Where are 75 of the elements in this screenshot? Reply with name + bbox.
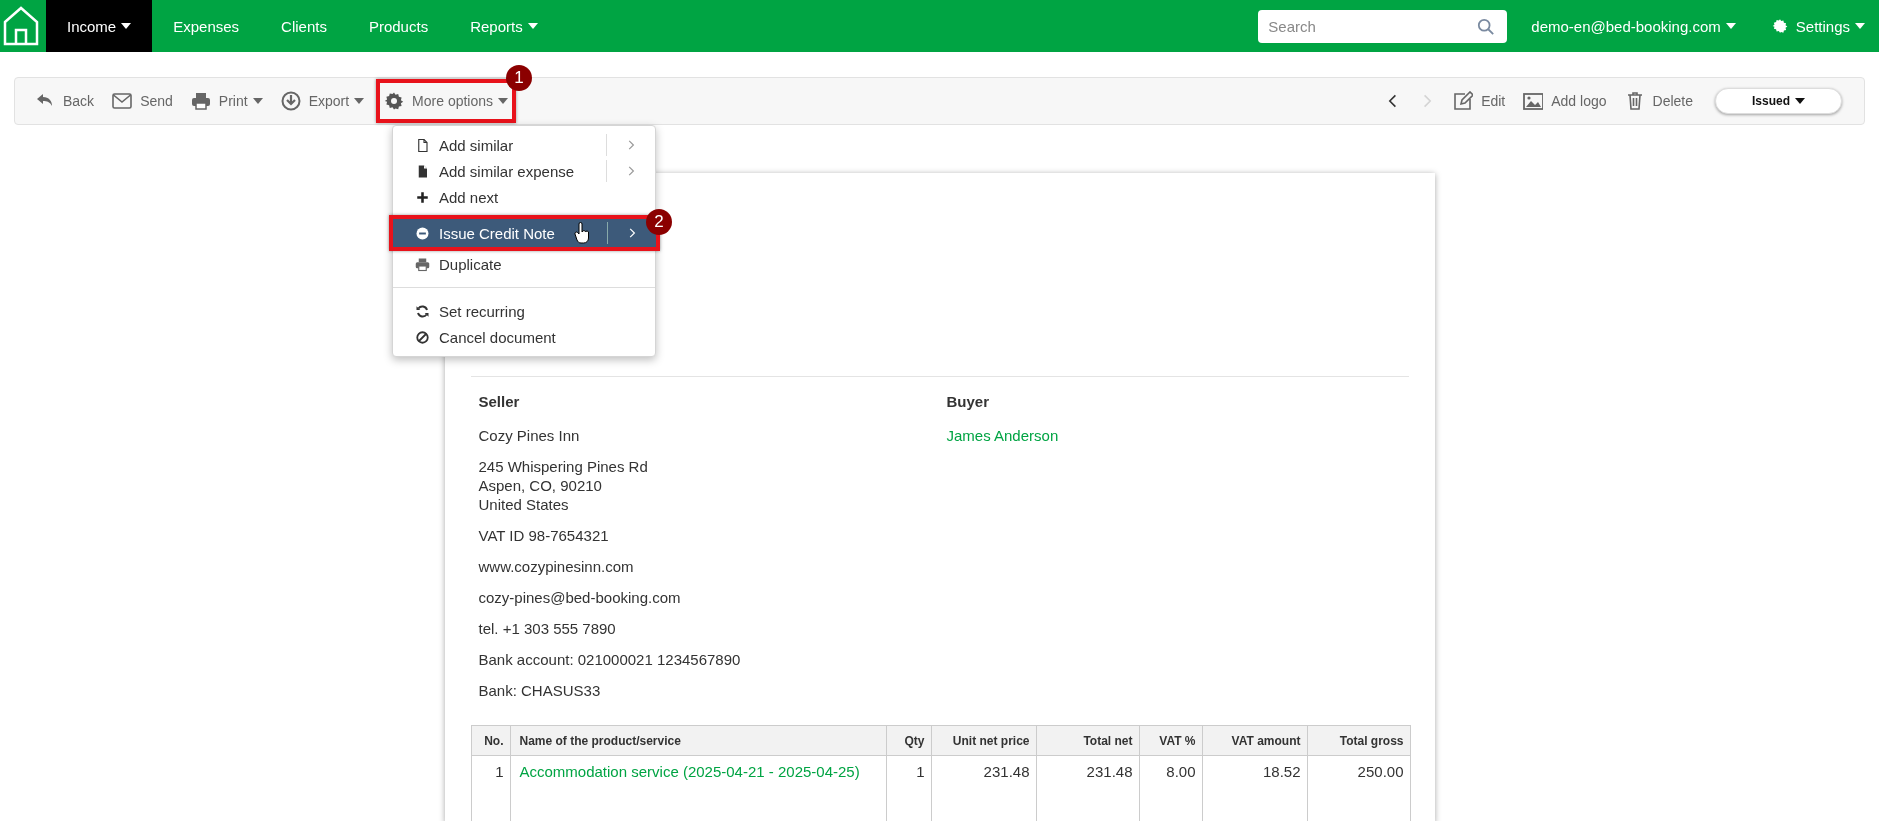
seller-detail: Bank: CHASUS33	[478, 681, 602, 700]
menu-item[interactable]: Cancel document	[393, 324, 655, 350]
ban-icon	[415, 329, 430, 345]
home-icon[interactable]	[2, 4, 40, 48]
menu-item[interactable]: Duplicate	[393, 251, 655, 277]
nav-tab[interactable]: Products	[347, 0, 450, 52]
toolbar-button[interactable]: Send	[106, 83, 179, 119]
toolbar-button[interactable]: Delete	[1618, 83, 1699, 119]
nav-tab[interactable]: Reports	[449, 0, 559, 52]
section-heading: Buyer	[946, 393, 991, 410]
seller-detail: Bank account: 021000021 1234567890	[478, 650, 742, 669]
image-icon	[1523, 91, 1544, 111]
table-cell: 231.48	[931, 755, 1036, 821]
seller-detail: VAT ID 98-7654321	[478, 526, 610, 545]
toolbar-button[interactable]: Back	[29, 83, 101, 119]
step-badge: 1	[506, 65, 533, 91]
caret-icon	[354, 98, 365, 104]
caret-icon	[1795, 98, 1805, 104]
edit-icon	[1453, 91, 1474, 111]
envelope-icon	[112, 91, 133, 111]
table-cell: 1	[886, 755, 931, 821]
section-heading: Seller	[478, 393, 521, 410]
gear-icon	[1771, 18, 1788, 34]
toolbar-button[interactable]: Add logo	[1517, 83, 1613, 119]
search-field[interactable]: Search	[1258, 9, 1508, 43]
column-header: Qty	[886, 725, 931, 756]
caret-icon	[498, 98, 509, 104]
product-link[interactable]: Accommodation service (2025-04-21 - 2025-04-25)	[510, 755, 886, 821]
settings-menu[interactable]: Settings	[1771, 17, 1865, 35]
column-header: Unit net price	[931, 725, 1036, 756]
seller-detail: tel. +1 303 555 7890	[478, 619, 617, 638]
toolbar-button[interactable]: Print	[184, 83, 269, 119]
seller-detail: cozy-pines@bed-booking.com	[478, 588, 682, 607]
account-menu[interactable]: demo-en@bed-booking.com	[1531, 17, 1736, 35]
refresh-icon	[415, 303, 430, 319]
menu-item[interactable]: Set recurring	[393, 298, 655, 324]
table-cell: 1	[471, 755, 510, 821]
nav-tab[interactable]: Income	[46, 0, 153, 52]
column-header: No.	[471, 725, 510, 756]
toolbar-button[interactable]: Edit	[1447, 83, 1512, 119]
minus-circle-icon	[415, 225, 430, 241]
printer-icon	[190, 91, 211, 111]
search-icon	[1477, 17, 1496, 36]
printer-icon	[415, 256, 430, 272]
buyer-link[interactable]: James Anderson	[946, 426, 1401, 445]
caret-icon	[121, 23, 132, 29]
menu-item[interactable]: Add similar expense	[393, 158, 655, 184]
nav-tab[interactable]: Expenses	[152, 0, 261, 52]
table-cell: 18.52	[1202, 755, 1307, 821]
seller-detail: www.cozypinesinn.com	[478, 557, 635, 576]
table-cell: 231.48	[1036, 755, 1139, 821]
gear-icon	[384, 91, 405, 111]
column-header: Name of the product/service	[510, 725, 886, 756]
hand-cursor-icon	[574, 222, 590, 244]
status-dropdown[interactable]: Issued	[1715, 88, 1842, 114]
menu-item[interactable]: Add next	[393, 184, 655, 210]
download-circle-icon	[280, 91, 301, 111]
plus-icon	[415, 189, 430, 205]
caret-icon	[252, 98, 263, 104]
document-icon	[415, 137, 430, 153]
toolbar-button[interactable]: Export	[274, 83, 371, 119]
menu-item[interactable]: Add similar	[393, 132, 655, 158]
seller-name: Cozy Pines Inn	[478, 426, 581, 445]
caret-icon	[527, 23, 538, 29]
column-header: VAT %	[1139, 725, 1202, 756]
caret-icon	[1855, 23, 1865, 29]
table-cell: 8.00	[1139, 755, 1202, 821]
menu-item[interactable]: Issue Credit Note	[393, 219, 656, 247]
column-header: Total net	[1036, 725, 1139, 756]
column-header: Total gross	[1307, 725, 1410, 756]
nav-tab[interactable]: Clients	[260, 0, 348, 52]
caret-icon	[1725, 23, 1736, 29]
seller-address: 245 Whispering Pines Rd Aspen, CO, 90210 United States	[478, 457, 649, 514]
table-cell: 250.00	[1307, 755, 1410, 821]
column-header: VAT amount	[1202, 725, 1307, 756]
